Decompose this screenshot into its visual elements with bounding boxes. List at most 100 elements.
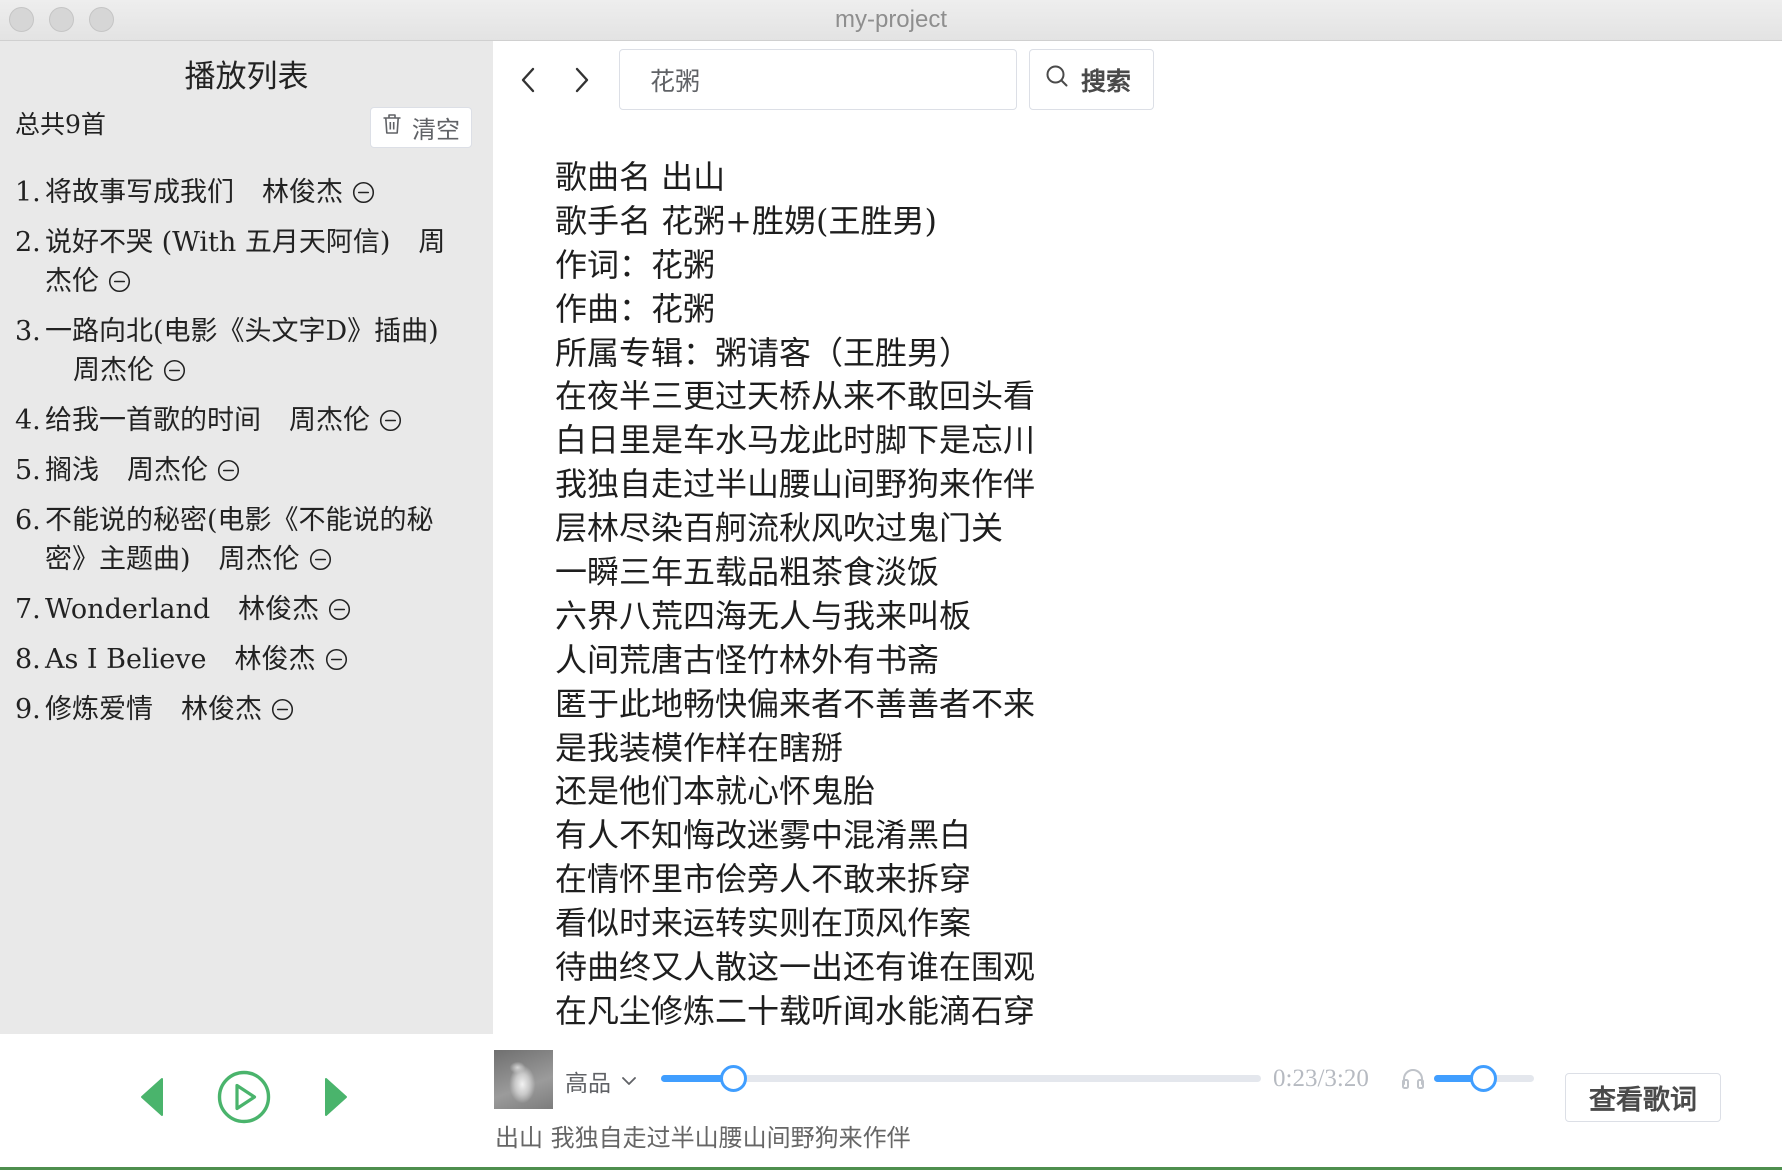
playlist-item-artist: 林俊杰 xyxy=(181,694,262,725)
playlist-panel: 播放列表 总共9首 清空 1. 将故事写成我们 林俊杰 2. 说好不哭 (With 五月… xyxy=(0,41,493,1034)
previous-track-button[interactable] xyxy=(139,1076,165,1118)
playlist-item-text: 一路向北(电影《头文字D》插曲) 周杰伦 xyxy=(45,312,469,390)
lyric-line: 我独自走过半山腰山间野狗来作伴 xyxy=(555,465,1036,504)
playlist-item[interactable]: 1. 将故事写成我们 林俊杰 xyxy=(15,173,469,212)
playlist-item-title: 修炼爱情 xyxy=(45,694,153,725)
title-bar: my-project xyxy=(0,0,1782,41)
playlist-item-title: Wonderland xyxy=(45,594,211,625)
playlist-item-number: 4. xyxy=(15,405,41,436)
lyric-line: 六界八荒四海无人与我来叫板 xyxy=(555,596,972,635)
playlist-item-artist: 周杰伦 xyxy=(73,355,154,386)
playlist-item-text: 将故事写成我们 林俊杰 xyxy=(45,173,469,212)
lyric-line: 在情怀里市侩旁人不敢来拆穿 xyxy=(555,860,972,899)
playlist-item-number: 1. xyxy=(15,177,41,208)
lyric-line: 是我装模作样在瞎掰 xyxy=(555,728,844,767)
player-bar: 高品 0:23/3:20 查看歌词 出山 我独自走过半山腰山间野狗来作伴 xyxy=(0,1034,1782,1170)
remove-circle-icon[interactable] xyxy=(271,698,294,721)
playlist-item-number: 5. xyxy=(15,455,41,486)
remove-circle-icon[interactable] xyxy=(352,181,375,204)
chevron-down-icon xyxy=(621,1076,637,1086)
playlist-item-artist: 周杰伦 xyxy=(218,544,300,575)
playlist-item-number: 6. xyxy=(15,505,41,536)
album-cover xyxy=(494,1050,553,1109)
progress-thumb[interactable] xyxy=(719,1065,747,1092)
playlist-item-text: 修炼爱情 林俊杰 xyxy=(45,690,469,729)
playlist: 1. 将故事写成我们 林俊杰 2. 说好不哭 (With 五月天阿信) 周杰伦 3. 一路向北… xyxy=(15,173,469,740)
next-track-button[interactable] xyxy=(323,1076,349,1118)
headphones-icon[interactable] xyxy=(1400,1065,1426,1091)
lyric-line: 层林尽染百舸流秋风吹过鬼门关 xyxy=(555,509,1004,548)
playlist-item[interactable]: 7. Wonderland 林俊杰 xyxy=(15,590,469,629)
back-button[interactable] xyxy=(520,67,536,93)
playlist-item-artist: 周杰伦 xyxy=(289,405,370,436)
lyric-line: 白日里是车水马龙此时脚下是忘川 xyxy=(555,421,1036,460)
volume-thumb[interactable] xyxy=(1469,1065,1497,1092)
remove-circle-icon[interactable] xyxy=(325,648,348,671)
playlist-item-title: 给我一首歌的时间 xyxy=(45,405,261,436)
playlist-heading: 播放列表 xyxy=(184,59,309,95)
lyric-line: 还是他们本就心怀鬼胎 xyxy=(555,772,876,811)
playlist-item[interactable]: 2. 说好不哭 (With 五月天阿信) 周杰伦 xyxy=(15,223,469,301)
playlist-item-text: As I Believe 林俊杰 xyxy=(45,640,469,679)
remove-circle-icon[interactable] xyxy=(379,409,402,432)
chevron-left-icon xyxy=(520,67,536,93)
view-lyrics-button[interactable]: 查看歌词 xyxy=(1565,1073,1721,1122)
playlist-item-artist: 林俊杰 xyxy=(234,644,316,675)
volume-slider[interactable] xyxy=(1434,1065,1534,1092)
quality-label: 高品 xyxy=(565,1070,611,1096)
search-button[interactable]: 搜索 xyxy=(1029,49,1154,110)
playlist-item-number: 9. xyxy=(15,694,41,725)
playlist-item-title: 将故事写成我们 xyxy=(45,177,234,208)
lyric-line: 看似时来运转实则在顶风作案 xyxy=(555,904,972,943)
remove-circle-icon[interactable] xyxy=(108,270,131,293)
play-button[interactable] xyxy=(216,1069,272,1125)
playlist-item-text: 不能说的秘密(电影《不能说的秘密》主题曲) 周杰伦 xyxy=(45,501,469,579)
lyric-line: 待曲终又人散这一出还有谁在围观 xyxy=(555,948,1036,987)
trash-icon xyxy=(382,113,402,142)
previous-track-icon xyxy=(139,1076,165,1118)
chevron-right-icon xyxy=(574,67,590,93)
progress-slider[interactable] xyxy=(661,1065,1261,1092)
playlist-item[interactable]: 3. 一路向北(电影《头文字D》插曲) 周杰伦 xyxy=(15,312,469,390)
lyric-line: 匿于此地畅快偏来者不善善者不来 xyxy=(555,684,1036,723)
playlist-item-title: As I Believe xyxy=(45,644,207,675)
forward-button[interactable] xyxy=(574,67,590,93)
lyrics-panel[interactable]: 歌曲名 出山 歌手名 花粥+胜娚(王胜男) 作词：花粥 作曲：花粥 所属专辑：粥请客（王… xyxy=(555,156,1655,1034)
remove-circle-icon[interactable] xyxy=(217,459,240,482)
search-input[interactable] xyxy=(619,49,1017,110)
playback-time: 0:23/3:20 xyxy=(1273,1065,1369,1092)
playlist-item-artist: 林俊杰 xyxy=(238,594,320,625)
window-title: my-project xyxy=(834,6,948,33)
remove-circle-icon[interactable] xyxy=(163,359,186,382)
lyric-line: 在夜半三更过天桥从来不敢回头看 xyxy=(555,377,1036,416)
remove-circle-icon[interactable] xyxy=(309,548,332,571)
playlist-item[interactable]: 8. As I Believe 林俊杰 xyxy=(15,640,469,679)
playlist-item[interactable]: 4. 给我一首歌的时间 周杰伦 xyxy=(15,401,469,440)
playlist-item[interactable]: 6. 不能说的秘密(电影《不能说的秘密》主题曲) 周杰伦 xyxy=(15,501,469,579)
playlist-item-text: Wonderland 林俊杰 xyxy=(45,590,469,629)
lyric-line: 作曲：花粥 xyxy=(555,289,716,328)
playlist-item-artist: 周杰伦 xyxy=(127,455,208,486)
playlist-item-number: 7. xyxy=(15,594,41,625)
playlist-item[interactable]: 9. 修炼爱情 林俊杰 xyxy=(15,690,469,729)
remove-circle-icon[interactable] xyxy=(328,598,351,621)
playlist-item-artist: 林俊杰 xyxy=(262,177,343,208)
lyric-line: 有人不知悔改迷雾中混淆黑白 xyxy=(555,816,972,855)
playlist-item[interactable]: 5. 搁浅 周杰伦 xyxy=(15,451,469,490)
playlist-item-title: 一路向北(电影《头文字D》插曲) xyxy=(45,316,439,347)
playlist-item-number: 2. xyxy=(15,227,41,258)
next-track-icon xyxy=(323,1076,349,1118)
quality-dropdown[interactable]: 高品 xyxy=(565,1066,637,1096)
play-circle-icon xyxy=(216,1069,272,1125)
lyric-line: 所属专辑：粥请客（王胜男） xyxy=(555,333,972,372)
search-icon xyxy=(1045,64,1069,95)
lyric-line: 歌曲名 出山 xyxy=(555,158,726,196)
playlist-item-text: 给我一首歌的时间 周杰伦 xyxy=(45,401,469,440)
playlist-item-number: 8. xyxy=(15,644,41,675)
playlist-item-text: 说好不哭 (With 五月天阿信) 周杰伦 xyxy=(45,223,469,301)
playlist-item-title: 搁浅 xyxy=(45,455,99,486)
clear-playlist-button[interactable]: 清空 xyxy=(370,107,472,148)
playlist-total-count: 总共9首 xyxy=(15,110,106,139)
now-playing-lyric: 出山 我独自走过半山腰山间野狗来作伴 xyxy=(495,1124,911,1152)
lyric-line: 一瞬三年五载品粗茶食淡饭 xyxy=(555,553,940,592)
